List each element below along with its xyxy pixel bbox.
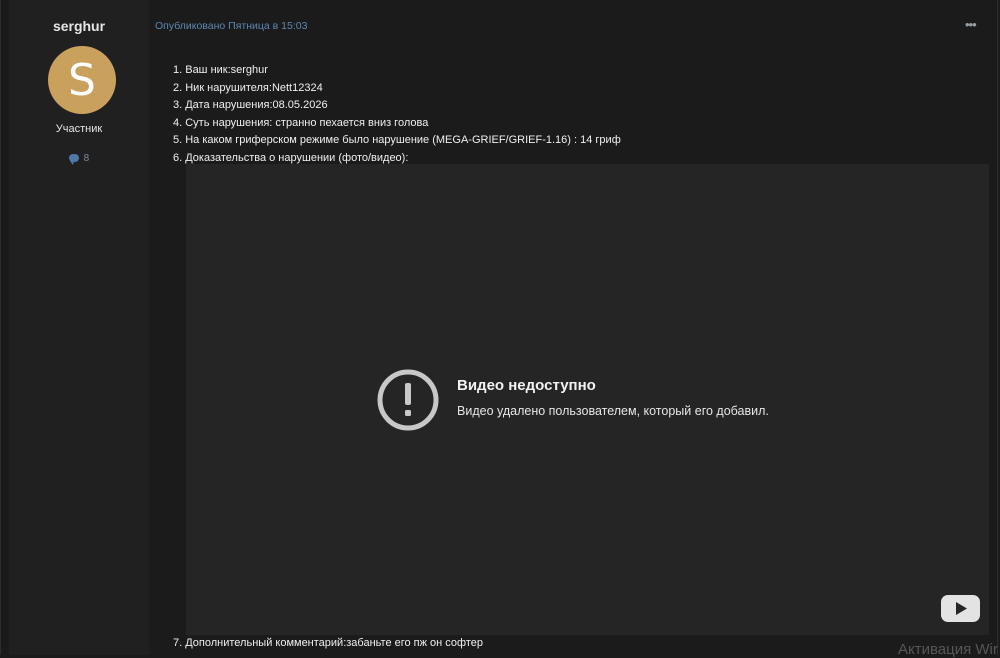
more-options-icon[interactable]: ••• [965,17,985,33]
post-date[interactable]: Опубликовано Пятница в 15:03 [155,20,307,32]
avatar[interactable]: S [48,46,116,114]
youtube-icon[interactable] [941,595,980,622]
post-line-mode: 5. На каком гриферском режиме было наруш… [173,134,621,146]
comment-bubble-icon [68,154,79,166]
post-line-date: 3. Дата нарушения:08.05.2026 [173,99,328,111]
video-embed[interactable]: Видео недоступно Видео удалено пользоват… [186,164,989,635]
author-panel: serghur S Участник 8 [9,0,149,655]
post-count: 8 [9,153,149,166]
avatar-letter: S [68,54,96,106]
post-container: serghur S Участник 8 Опубликовано Пятниц… [0,0,998,655]
author-role: Участник [55,123,103,135]
post-content: 1. Ваш ник:serghur 2. Ник нарушителя:Net… [173,62,991,167]
exclamation-circle-icon [377,369,439,431]
activation-watermark: Активация Wir [898,641,998,658]
video-unavailable-title: Видео недоступно [457,377,596,394]
video-unavailable-message: Видео удалено пользователем, который его… [457,404,769,418]
post-line-essence: 4. Суть нарушения: странно пехается вниз… [173,116,429,129]
post-count-value: 8 [83,153,90,164]
post-line-violator: 2. Ник нарушителя:Nett12324 [173,81,323,94]
post-line-comment: 7. Дополнительный комментарий:забаньте е… [173,637,483,649]
post-line-nick: 1. Ваш ник:serghur [173,64,268,76]
author-username[interactable]: serghur [9,18,149,34]
